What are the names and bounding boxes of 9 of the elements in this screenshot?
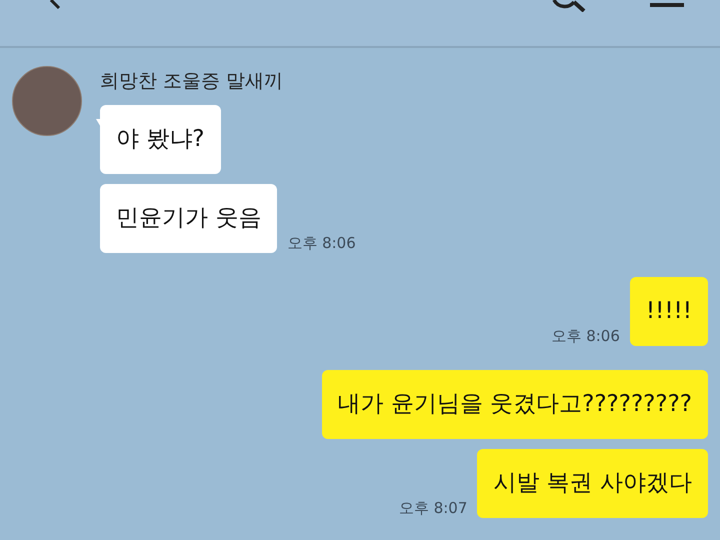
message-time: 오후 8:06 [551,327,620,346]
message-time: 오후 8:07 [398,499,468,518]
sender-name: 희망찬 조울증 말새끼 [100,69,284,94]
message-bubble: 시발 복권 사야겠다 [477,449,708,518]
message-bubble: 내가 윤기님을 웃겼다고????????? [322,370,708,439]
message-bubble: !!!!! [630,277,708,346]
menu-icon[interactable] [650,0,684,10]
message-time: 오후 8:06 [287,234,356,253]
message-bubble: 민윤기가 웃음 [100,184,278,253]
